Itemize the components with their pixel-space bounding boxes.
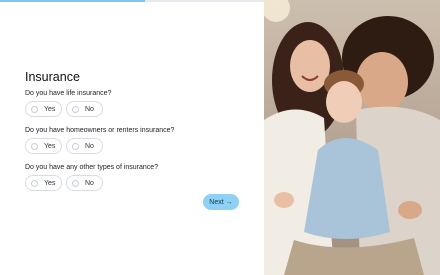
arrow-right-icon: → [225,198,233,206]
radio-icon [31,142,38,150]
question-label: Do you have homeowners or renters insura… [25,127,175,134]
next-button[interactable]: Next → [203,194,239,210]
next-label: Next [209,198,224,206]
family-photo [264,0,440,275]
question-other-insurance: Do you have any other types of insurance… [25,164,245,191]
option-group: Yes No [25,101,245,117]
option-yes[interactable]: Yes [25,138,62,154]
option-label: No [85,142,94,150]
option-no[interactable]: No [66,175,103,191]
question-life-insurance: Do you have life insurance? Yes No [25,90,245,117]
option-label: No [85,105,94,113]
option-label: Yes [44,179,56,187]
option-group: Yes No [25,138,245,154]
option-no[interactable]: No [66,101,103,117]
option-group: Yes No [25,175,245,191]
progress-fill [0,0,146,2]
insurance-form: Insurance Do you have life insurance? Ye… [25,70,245,201]
radio-icon [72,142,79,150]
option-label: No [85,179,94,187]
option-label: Yes [44,105,56,113]
question-homeowners-insurance: Do you have homeowners or renters insura… [25,127,245,154]
radio-icon [31,105,38,113]
radio-icon [72,105,79,113]
form-title: Insurance [25,70,80,84]
option-label: Yes [44,142,56,150]
question-label: Do you have life insurance? [25,90,112,97]
radio-icon [72,179,79,187]
option-yes[interactable]: Yes [25,101,62,117]
radio-icon [31,179,38,187]
option-yes[interactable]: Yes [25,175,62,191]
family-photo-illustration [264,0,440,275]
question-label: Do you have any other types of insurance… [25,164,159,171]
progress-bar [0,0,264,2]
option-no[interactable]: No [66,138,103,154]
